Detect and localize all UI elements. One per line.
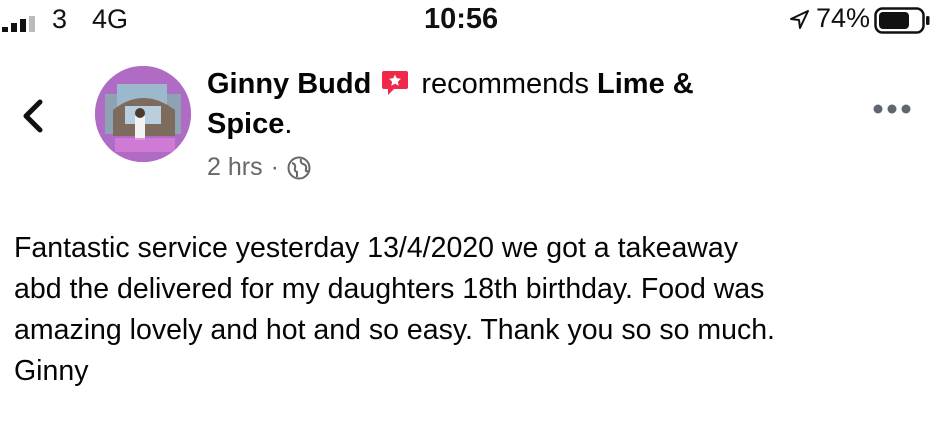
recommend-badge-icon (382, 71, 409, 95)
author-avatar[interactable] (95, 66, 191, 162)
location-arrow-icon (790, 10, 809, 29)
battery-percent: 74% (816, 3, 871, 33)
post-meta: 2 hrs · (207, 153, 311, 182)
post-header-cont: Spice. (207, 106, 292, 142)
carrier-label: 3 (52, 4, 68, 34)
post-body-text: Fantastic service yesterday 13/4/2020 we… (14, 232, 775, 387)
more-options-icon[interactable] (872, 102, 912, 116)
author-name[interactable]: Ginny Budd (207, 68, 371, 100)
meta-separator: · (270, 153, 279, 181)
globe-icon[interactable] (287, 156, 311, 180)
page-name-cont[interactable]: Spice (207, 108, 284, 140)
recommend-text: recommends (421, 68, 589, 100)
post-timestamp[interactable]: 2 hrs (207, 153, 263, 182)
network-type: 4G (92, 4, 129, 34)
page-name-suffix: . (284, 108, 293, 140)
page-name[interactable]: Lime & (597, 68, 694, 100)
back-chevron-icon[interactable] (14, 96, 50, 136)
status-time: 10:56 (424, 3, 499, 35)
status-bar: 3 4G 10:56 74% (0, 0, 932, 40)
post-header: Ginny Budd recommends Lime & (207, 66, 694, 102)
battery-icon (874, 7, 930, 34)
signal-icon (2, 16, 35, 32)
